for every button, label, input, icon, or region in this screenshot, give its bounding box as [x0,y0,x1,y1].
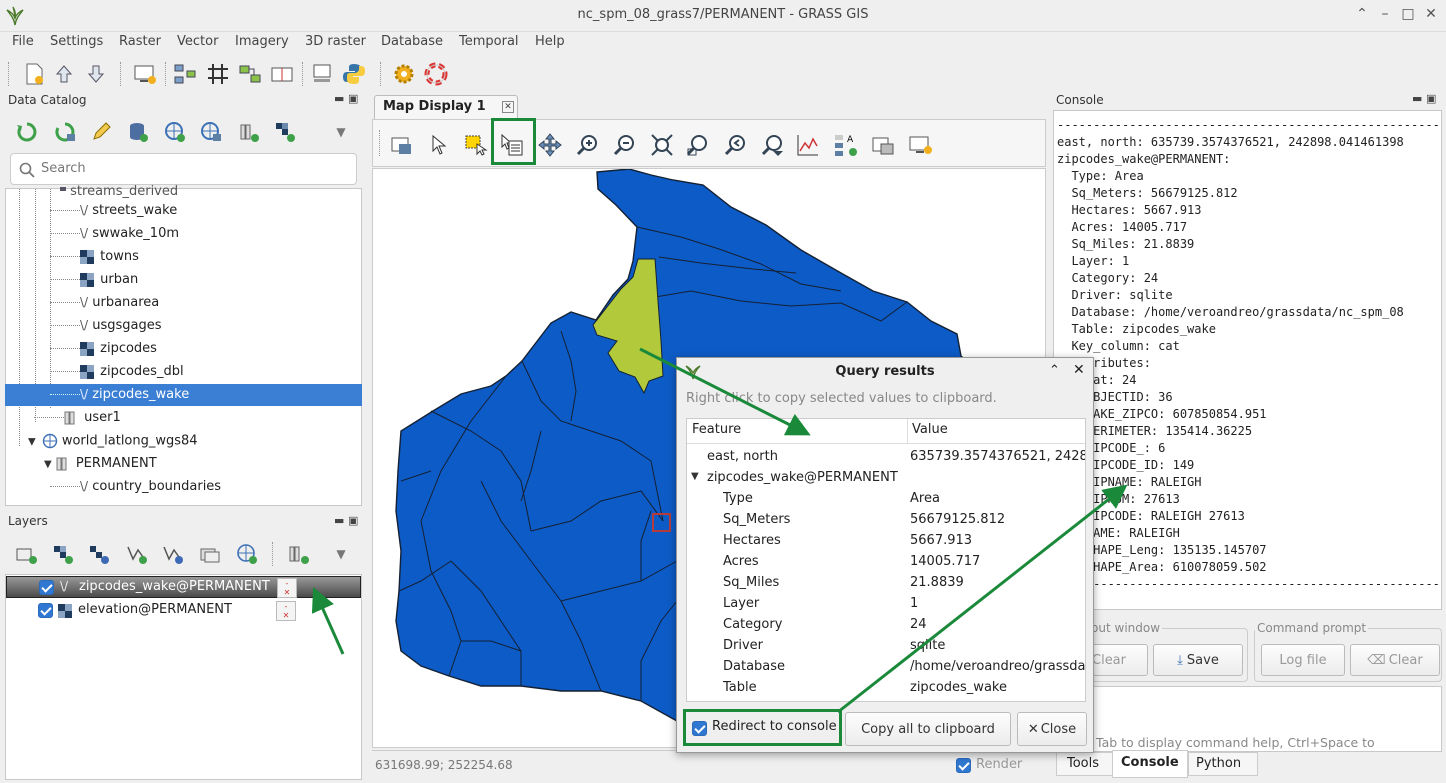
annotation-arrows [311,347,1128,714]
